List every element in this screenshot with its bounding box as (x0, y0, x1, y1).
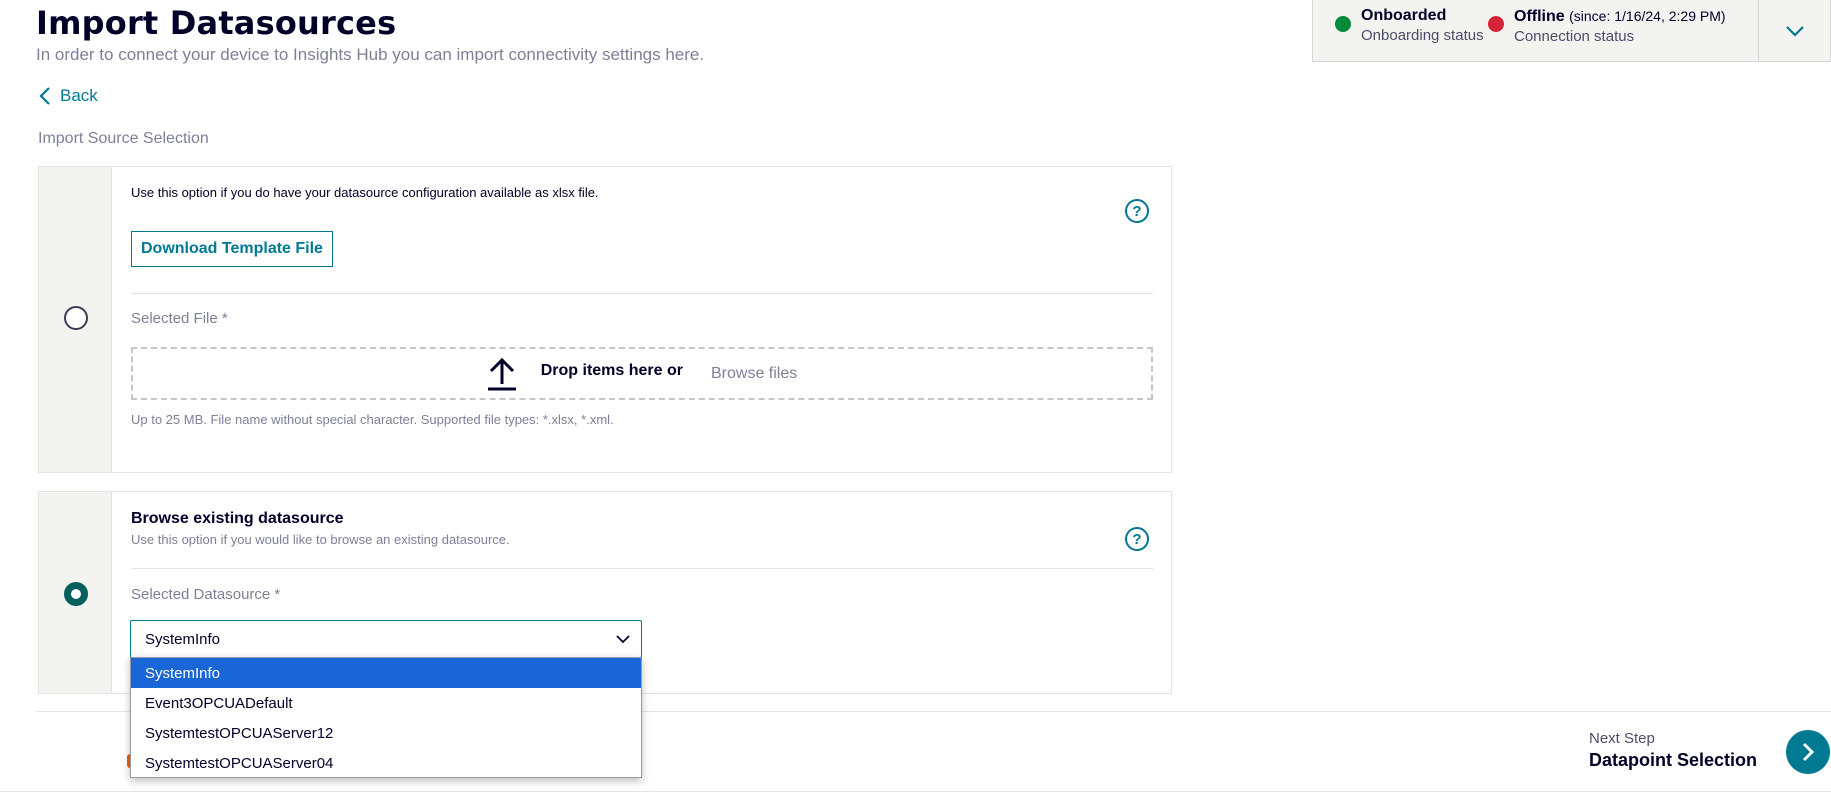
connection-status: Offline (since: 1/16/24, 2:29 PM) Connec… (1488, 0, 1742, 61)
browse-files-link[interactable]: Browse files (711, 365, 797, 383)
datasource-select-value: SystemInfo (145, 630, 221, 648)
status-dot-green-icon (1335, 16, 1351, 32)
chevron-down-icon (1785, 25, 1804, 37)
datasource-dropdown: SystemInfo Event3OPCUADefault Systemtest… (130, 657, 642, 778)
file-option-description: Use this option if you do have your data… (131, 185, 599, 200)
onboarding-status-value: Onboarded (1361, 7, 1447, 24)
connection-status-value: Offline (1514, 8, 1565, 25)
file-dropzone[interactable]: Drop items here or Browse files (131, 347, 1153, 400)
connection-status-since: (since: 1/16/24, 2:29 PM) (1569, 8, 1726, 24)
divider (131, 293, 1153, 294)
help-icon[interactable]: ? (1125, 199, 1149, 223)
upload-icon (487, 357, 516, 390)
back-label: Back (60, 86, 98, 105)
selected-file-label: Selected File * (131, 310, 228, 327)
dropdown-option[interactable]: SystemtestOPCUAServer12 (131, 718, 641, 748)
radio-column (39, 167, 112, 472)
onboarding-status: Onboarded Onboarding status (1313, 0, 1488, 61)
next-step-title: Datapoint Selection (1589, 750, 1758, 770)
chevron-left-icon (39, 87, 50, 105)
onboarding-status-label: Onboarding status (1361, 27, 1484, 44)
section-label: Import Source Selection (38, 130, 209, 147)
browse-option-description: Use this option if you would like to bro… (131, 532, 510, 547)
next-step-button[interactable] (1786, 730, 1830, 774)
dropdown-option[interactable]: SystemtestOPCUAServer04 (131, 748, 641, 778)
footer-bottom-divider (0, 791, 1831, 792)
status-expand-button[interactable] (1758, 0, 1830, 61)
dropdown-option[interactable]: SystemInfo (131, 658, 641, 688)
chevron-right-icon (1802, 742, 1815, 762)
help-icon[interactable]: ? (1125, 527, 1149, 551)
browse-datasource-radio[interactable] (64, 582, 88, 606)
file-import-option: Use this option if you do have your data… (38, 166, 1172, 473)
radio-column (39, 492, 112, 693)
file-import-radio[interactable] (64, 306, 88, 330)
file-hint: Up to 25 MB. File name without special c… (131, 412, 614, 427)
page-subtitle: In order to connect your device to Insig… (36, 45, 705, 64)
selected-datasource-label: Selected Datasource * (131, 586, 281, 603)
drop-text: Drop items here or (540, 361, 683, 379)
page-title: Import Datasources (36, 4, 397, 42)
chevron-down-icon (616, 635, 630, 644)
dropdown-option[interactable]: Event3OPCUADefault (131, 688, 641, 718)
next-step-small: Next Step (1589, 730, 1655, 747)
download-template-button[interactable]: Download Template File (131, 231, 333, 267)
browse-option-title: Browse existing datasource (131, 510, 344, 527)
back-link[interactable]: Back (38, 86, 98, 106)
status-panel: Onboarded Onboarding status Offline (sin… (1312, 0, 1831, 62)
status-dot-red-icon (1488, 16, 1504, 32)
next-step-label[interactable]: Next Step Datapoint Selection (1589, 730, 1757, 772)
datasource-select[interactable]: SystemInfo (130, 620, 642, 658)
divider (131, 568, 1153, 569)
connection-status-label: Connection status (1514, 28, 1635, 45)
